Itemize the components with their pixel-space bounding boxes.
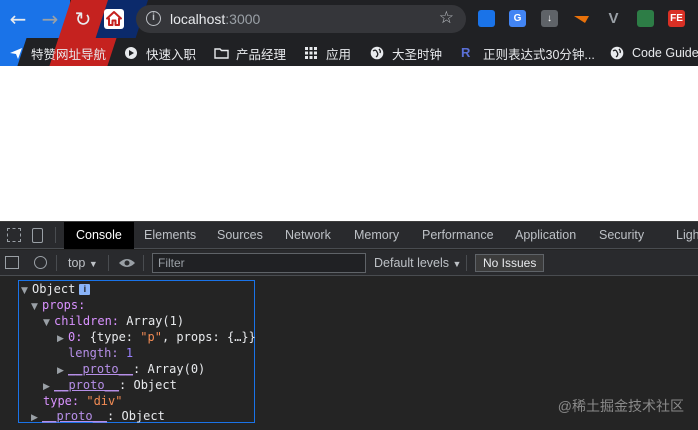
bookmark-label: Code Guide <box>632 46 698 60</box>
issues-button[interactable]: No Issues <box>475 254 545 272</box>
tree-node-item-0[interactable]: ▶ 0: {type: "p", props: {…}} <box>57 329 256 345</box>
extension-translate-icon[interactable]: G <box>509 10 526 27</box>
tree-node-props[interactable]: ▼ props: <box>31 297 85 313</box>
rocket-icon <box>124 46 138 60</box>
tab-security[interactable]: Security <box>599 222 644 249</box>
log-levels-dropdown[interactable]: Default levels ▼ <box>374 255 461 271</box>
bookmark-item[interactable]: R 正则表达式30分钟... <box>461 44 595 62</box>
filter-input[interactable]: Filter <box>152 253 366 273</box>
folder-icon <box>214 46 229 60</box>
tab-console[interactable]: Console <box>64 222 134 249</box>
divider <box>108 255 109 271</box>
bookmark-label: 快速入职 <box>146 47 197 62</box>
bookmark-item[interactable]: Code Guide <box>610 44 698 62</box>
divider <box>143 255 144 271</box>
tree-node-array-proto[interactable]: ▶ __proto__: Array(0) <box>57 361 205 377</box>
home-icon[interactable] <box>104 9 124 29</box>
tab-performance[interactable]: Performance <box>422 222 494 249</box>
tree-node-root-proto[interactable]: ▶ __proto__: Object <box>31 408 165 424</box>
tree-root-object[interactable]: ▼ Object i <box>21 281 91 297</box>
back-arrow-icon[interactable]: ← <box>7 8 29 30</box>
bookmark-item[interactable]: 特赞网址导航 <box>9 44 106 62</box>
expanded-triangle-icon[interactable]: ▼ <box>43 315 54 331</box>
extension-terminal-icon[interactable] <box>637 10 654 27</box>
bookmark-label: 大圣时钟 <box>392 47 443 62</box>
tab-network[interactable]: Network <box>285 222 331 249</box>
context-selector[interactable]: top ▼ <box>68 255 98 271</box>
sidebar-toggle-icon[interactable] <box>5 256 19 269</box>
tab-elements[interactable]: Elements <box>144 222 196 249</box>
tree-node-children[interactable]: ▼ children: Array(1) <box>43 313 184 329</box>
tab-sources[interactable]: Sources <box>217 222 263 249</box>
expanded-triangle-icon[interactable]: ▼ <box>31 299 42 315</box>
page-viewport <box>0 66 698 221</box>
tab-memory[interactable]: Memory <box>354 222 399 249</box>
tree-node-length: length: 1 <box>68 346 134 360</box>
r-logo-icon: R <box>461 45 471 60</box>
plane-icon <box>9 46 23 60</box>
bookmark-item[interactable]: 产品经理 <box>214 44 286 62</box>
bookmark-star-icon[interactable]: ☆ <box>439 8 454 28</box>
apps-grid-icon <box>304 46 318 60</box>
console-toolbar: top ▼ Filter Default levels ▼ No Issues <box>0 250 698 276</box>
info-badge-icon[interactable]: i <box>79 284 91 295</box>
globe-icon <box>610 46 624 60</box>
bookmark-label: 应用 <box>326 47 352 62</box>
collapsed-triangle-icon[interactable]: ▶ <box>31 410 42 426</box>
extension-download-icon[interactable]: ↓ <box>541 10 558 27</box>
bookmark-label: 正则表达式30分钟... <box>483 47 595 62</box>
tab-lighthouse[interactable]: Ligh <box>676 222 698 249</box>
chevron-down-icon: ▼ <box>88 259 98 269</box>
tree-node-type: type: "div" <box>43 394 123 408</box>
collapsed-triangle-icon[interactable]: ▶ <box>57 331 68 347</box>
bookmark-item[interactable]: 应用 <box>304 44 351 62</box>
watermark: @稀土掘金技术社区 <box>557 398 684 414</box>
bookmark-label: 产品经理 <box>236 47 287 62</box>
extension-layers-icon[interactable] <box>478 10 495 27</box>
globe-icon <box>370 46 384 60</box>
forward-arrow-icon[interactable]: → <box>39 8 61 30</box>
tab-application[interactable]: Application <box>515 222 576 249</box>
inspect-element-icon[interactable] <box>7 228 21 242</box>
reload-icon[interactable]: ↻ <box>72 8 94 30</box>
address-bar[interactable]: i localhost:3000 ☆ <box>136 5 466 33</box>
devtools-tab-bar: Console Elements Sources Network Memory … <box>0 222 698 249</box>
browser-toolbar: ← → ↻ i localhost:3000 ☆ G ↓ V FE <box>0 0 698 38</box>
bookmark-item[interactable]: 快速入职 <box>124 44 196 62</box>
divider <box>466 255 467 271</box>
tree-node-props-proto[interactable]: ▶ __proto__: Object <box>43 377 177 393</box>
extension-fe-icon[interactable]: FE <box>668 10 685 27</box>
object-tree: ▼ Object i ▼ props: ▼ children: Array(1) ▶ 0:… <box>18 280 256 424</box>
chevron-down-icon: ▼ <box>452 259 462 269</box>
extension-vue-icon[interactable]: V <box>605 10 622 27</box>
bookmark-label: 特赞网址导航 <box>31 47 107 62</box>
site-info-icon[interactable]: i <box>146 11 161 26</box>
url-text: localhost:3000 <box>170 11 261 27</box>
device-toolbar-icon[interactable] <box>32 228 43 243</box>
live-expression-eye-icon[interactable] <box>118 255 136 271</box>
bookmarks-bar: 特赞网址导航 快速入职 产品经理 应用 大圣时钟 R 正则表达式30分钟... <box>0 38 698 66</box>
extension-ruler-icon[interactable] <box>573 10 590 27</box>
bookmark-item[interactable]: 大圣时钟 <box>370 44 442 62</box>
clear-console-icon[interactable] <box>34 256 47 269</box>
devtools-panel: Console Elements Sources Network Memory … <box>0 221 698 430</box>
divider <box>55 227 56 243</box>
divider <box>56 255 57 271</box>
